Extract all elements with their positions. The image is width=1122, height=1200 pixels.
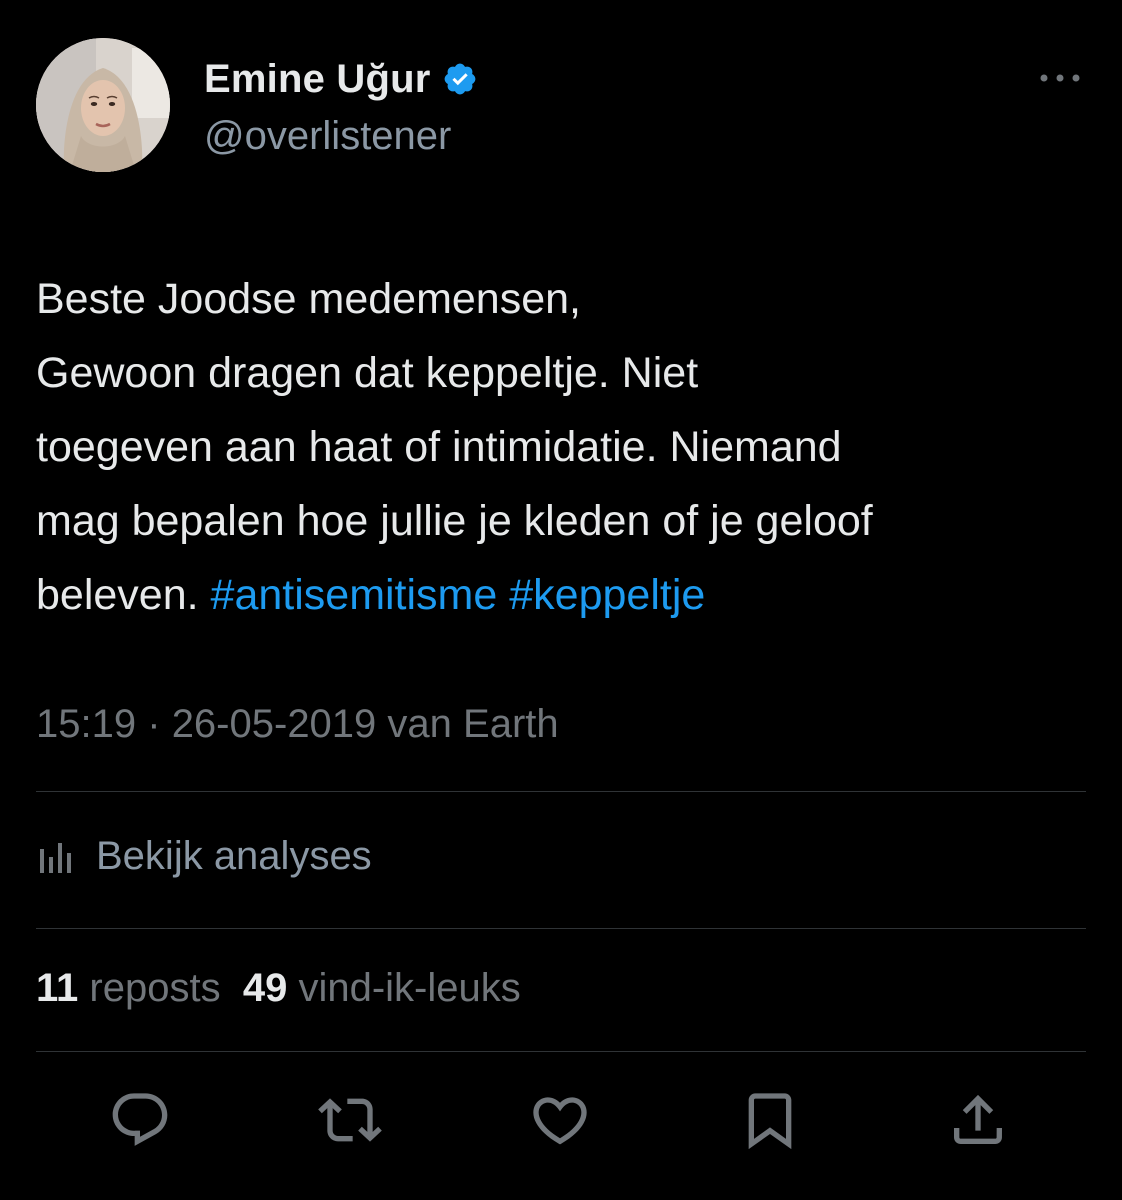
reply-button[interactable] <box>108 1088 172 1152</box>
divider <box>36 791 1086 792</box>
verified-badge-icon <box>442 61 478 97</box>
tweet-source: van Earth <box>387 702 559 746</box>
tweet-detail: Emine Uğur @overlistener Beste Joodse me… <box>0 0 1122 1200</box>
tweet-date[interactable]: 26-05-2019 <box>172 702 377 746</box>
view-analytics-button[interactable]: Bekijk analyses <box>36 828 372 884</box>
share-icon <box>954 1094 1002 1144</box>
divider <box>36 928 1086 929</box>
reposts-count: 11 <box>36 966 79 1010</box>
reposts-label: reposts <box>89 966 221 1010</box>
reposts-stat[interactable]: 11 reposts <box>36 966 221 1010</box>
profile-photo <box>36 38 170 172</box>
tweet-text-line: toegeven aan haat of intimidatie. Nieman… <box>36 423 842 471</box>
share-button[interactable] <box>946 1088 1010 1152</box>
bookmark-button[interactable] <box>738 1088 802 1152</box>
hashtag-link[interactable]: #keppeltje <box>509 571 705 619</box>
hashtag-link[interactable]: #antisemitisme <box>211 571 498 619</box>
tweet-time[interactable]: 15:19 <box>36 702 136 746</box>
tweet-text: Beste Joodse medemensen, Gewoon dragen d… <box>36 262 1096 632</box>
heart-icon <box>533 1097 587 1145</box>
likes-stat[interactable]: 49 vind-ik-leuks <box>243 966 521 1010</box>
tweet-text-last: beleven. <box>36 571 211 619</box>
analytics-label: Bekijk analyses <box>96 833 372 878</box>
author-handle[interactable]: @overlistener <box>204 114 451 159</box>
engagement-stats: 11 reposts 49 vind-ik-leuks <box>36 966 521 1011</box>
meta-separator: · <box>147 702 161 746</box>
repost-button[interactable] <box>318 1088 382 1152</box>
author-name-row[interactable]: Emine Uğur <box>204 54 478 104</box>
reply-icon <box>112 1093 168 1146</box>
bookmark-icon <box>748 1093 792 1150</box>
tweet-text-line: mag bepalen hoe jullie je kleden of je g… <box>36 497 873 545</box>
tweet-text-line: Gewoon dragen dat keppeltje. Niet <box>36 349 699 397</box>
like-button[interactable] <box>528 1088 592 1152</box>
more-dots-icon[interactable] <box>1030 66 1090 90</box>
analytics-bars-icon <box>36 835 78 877</box>
tweet-meta: 15:19 · 26-05-2019 van Earth <box>36 702 559 747</box>
tweet-text-line: Beste Joodse medemensen, <box>36 275 581 323</box>
avatar[interactable] <box>36 38 170 172</box>
author-display-name[interactable]: Emine Uğur <box>204 57 430 102</box>
likes-count: 49 <box>242 966 288 1010</box>
likes-label: vind-ik-leuks <box>298 966 521 1010</box>
divider <box>36 1051 1086 1052</box>
repost-icon <box>318 1098 382 1142</box>
action-bar <box>0 1088 1122 1158</box>
tweet-text-line: beleven. #antisemitisme #keppeltje <box>36 558 1096 632</box>
